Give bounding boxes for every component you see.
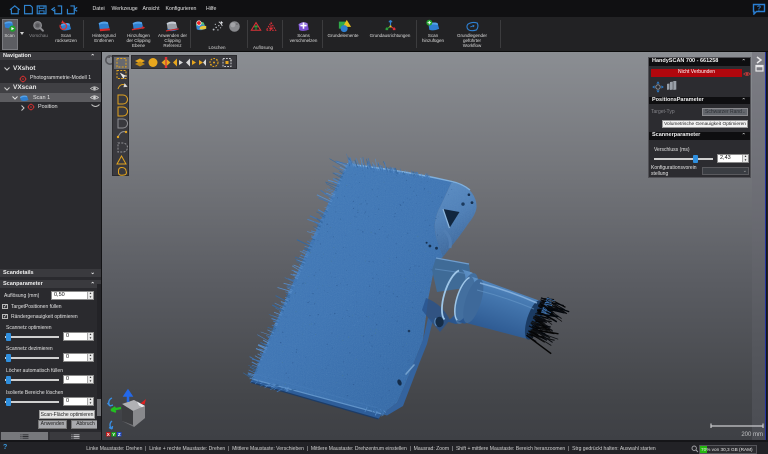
svg-text:200 mm: 200 mm bbox=[741, 432, 763, 438]
svg-text:Z: Z bbox=[118, 432, 121, 437]
svg-text:X: X bbox=[107, 432, 110, 437]
svg-text:Y: Y bbox=[112, 432, 115, 437]
svg-text:?: ? bbox=[757, 6, 761, 13]
